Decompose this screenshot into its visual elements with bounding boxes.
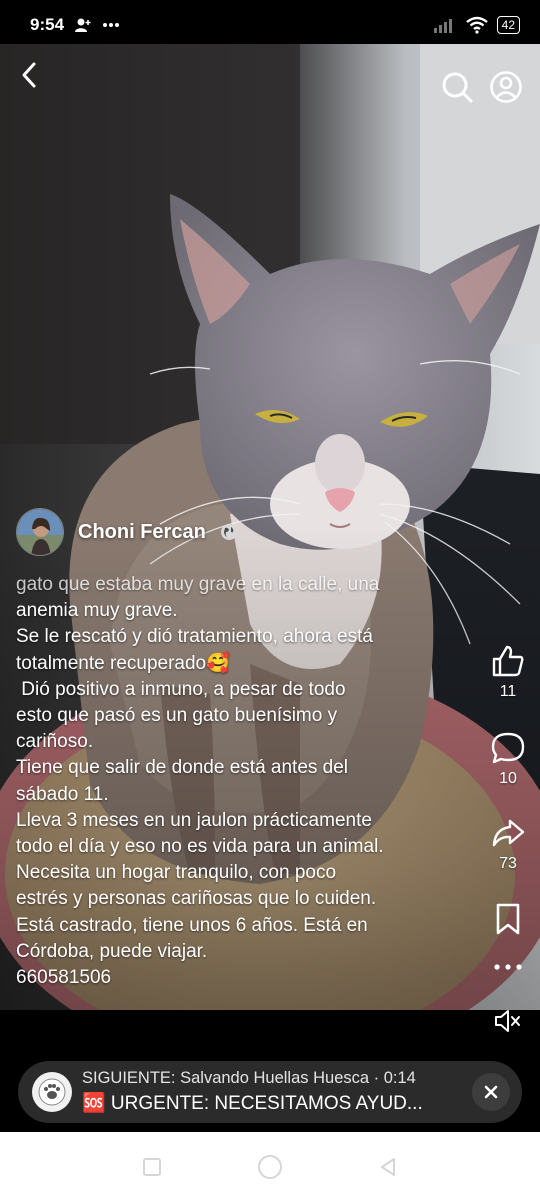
like-icon [492,645,524,677]
more-icon [494,964,522,970]
nav-back-button[interactable] [377,1156,399,1183]
caption-line: Está castrado, tiene unos 6 años. Está e… [16,914,368,936]
battery-level: 42 [501,18,515,32]
more-options-button[interactable] [480,962,536,972]
comment-icon [491,732,525,764]
recents-icon [143,1158,161,1176]
mute-button[interactable] [480,1008,536,1034]
wifi-icon [465,16,488,34]
caption-line: Tiene que salir de donde está antes del [16,757,349,779]
like-button[interactable]: 11 [480,643,536,701]
post-caption[interactable]: gato que estaba muy grave en la calle, u… [16,572,466,997]
caption-line: anemia muy grave. [16,600,178,622]
home-icon [258,1155,282,1179]
nav-back-icon [381,1158,395,1176]
back-arrow-icon [22,62,36,88]
next-video-thumbnail [32,1072,72,1112]
caption-line: totalmente recuperado🥰 [16,652,230,674]
caption-line: cariñoso. [16,731,94,753]
author-name[interactable]: Choni Fercan [78,521,206,544]
search-icon [442,72,473,103]
caption-line: todo el día y eso no es vida para un ani… [16,836,384,858]
share-icon [492,819,525,847]
bookmark-icon [496,903,520,935]
status-time: 9:54 [30,15,65,34]
caption-line: Dió positivo a inmuno, a pesar de todo [16,678,346,700]
avatar-image [17,509,63,555]
post-author[interactable]: Choni Fercan [16,508,238,556]
share-button[interactable]: 73 [480,815,536,873]
profile-button[interactable] [489,70,523,104]
caption-line: Córdoba, puede viajar. [16,940,208,962]
profile-icon [490,71,522,103]
caption-line: 660581506 [16,967,112,989]
status-bar: 9:54 42 [0,0,540,50]
next-video-label: SIGUIENTE: Salvando Huellas Huesca · 0:1… [82,1069,416,1087]
close-next-button[interactable] [472,1073,510,1111]
like-count: 11 [499,683,517,700]
next-video-card[interactable]: SIGUIENTE: Salvando Huellas Huesca · 0:1… [18,1061,522,1123]
battery-icon: 42 [496,16,520,34]
caption-line: Se le rescató y dió tratamiento, ahora e… [16,626,373,648]
caption-line: esto que pasó es un gato buenísimo y [16,705,338,727]
share-count: 73 [499,855,517,872]
save-button[interactable] [480,902,536,936]
nav-home-button[interactable] [257,1154,283,1185]
caption-line: sábado 11. [16,783,109,805]
globe-icon [220,524,237,540]
caption-line: estrés y personas cariñosas que lo cuide… [16,888,377,910]
next-video-title: 🆘 URGENTE: NECESITAMOS AYUD... [82,1093,423,1114]
signal-icon [433,19,452,33]
caption-line: Lleva 3 meses en un jaulon prácticamente [16,809,372,831]
mute-icon [495,1010,520,1032]
close-icon [484,1085,498,1099]
back-button[interactable] [14,58,44,92]
caption-line: gato que estaba muy grave en la calle, u… [16,574,380,595]
more-dots-icon [103,23,120,27]
comment-count: 10 [499,770,517,787]
nav-recents-button[interactable] [141,1156,163,1183]
person-add-icon [75,18,91,32]
paw-logo-icon [38,1078,66,1106]
system-nav-bar [0,1132,540,1200]
avatar[interactable] [16,508,64,556]
caption-line: Necesita un hogar tranquilo, con poco [16,862,337,884]
comment-button[interactable]: 10 [480,730,536,788]
search-button[interactable] [440,70,474,104]
